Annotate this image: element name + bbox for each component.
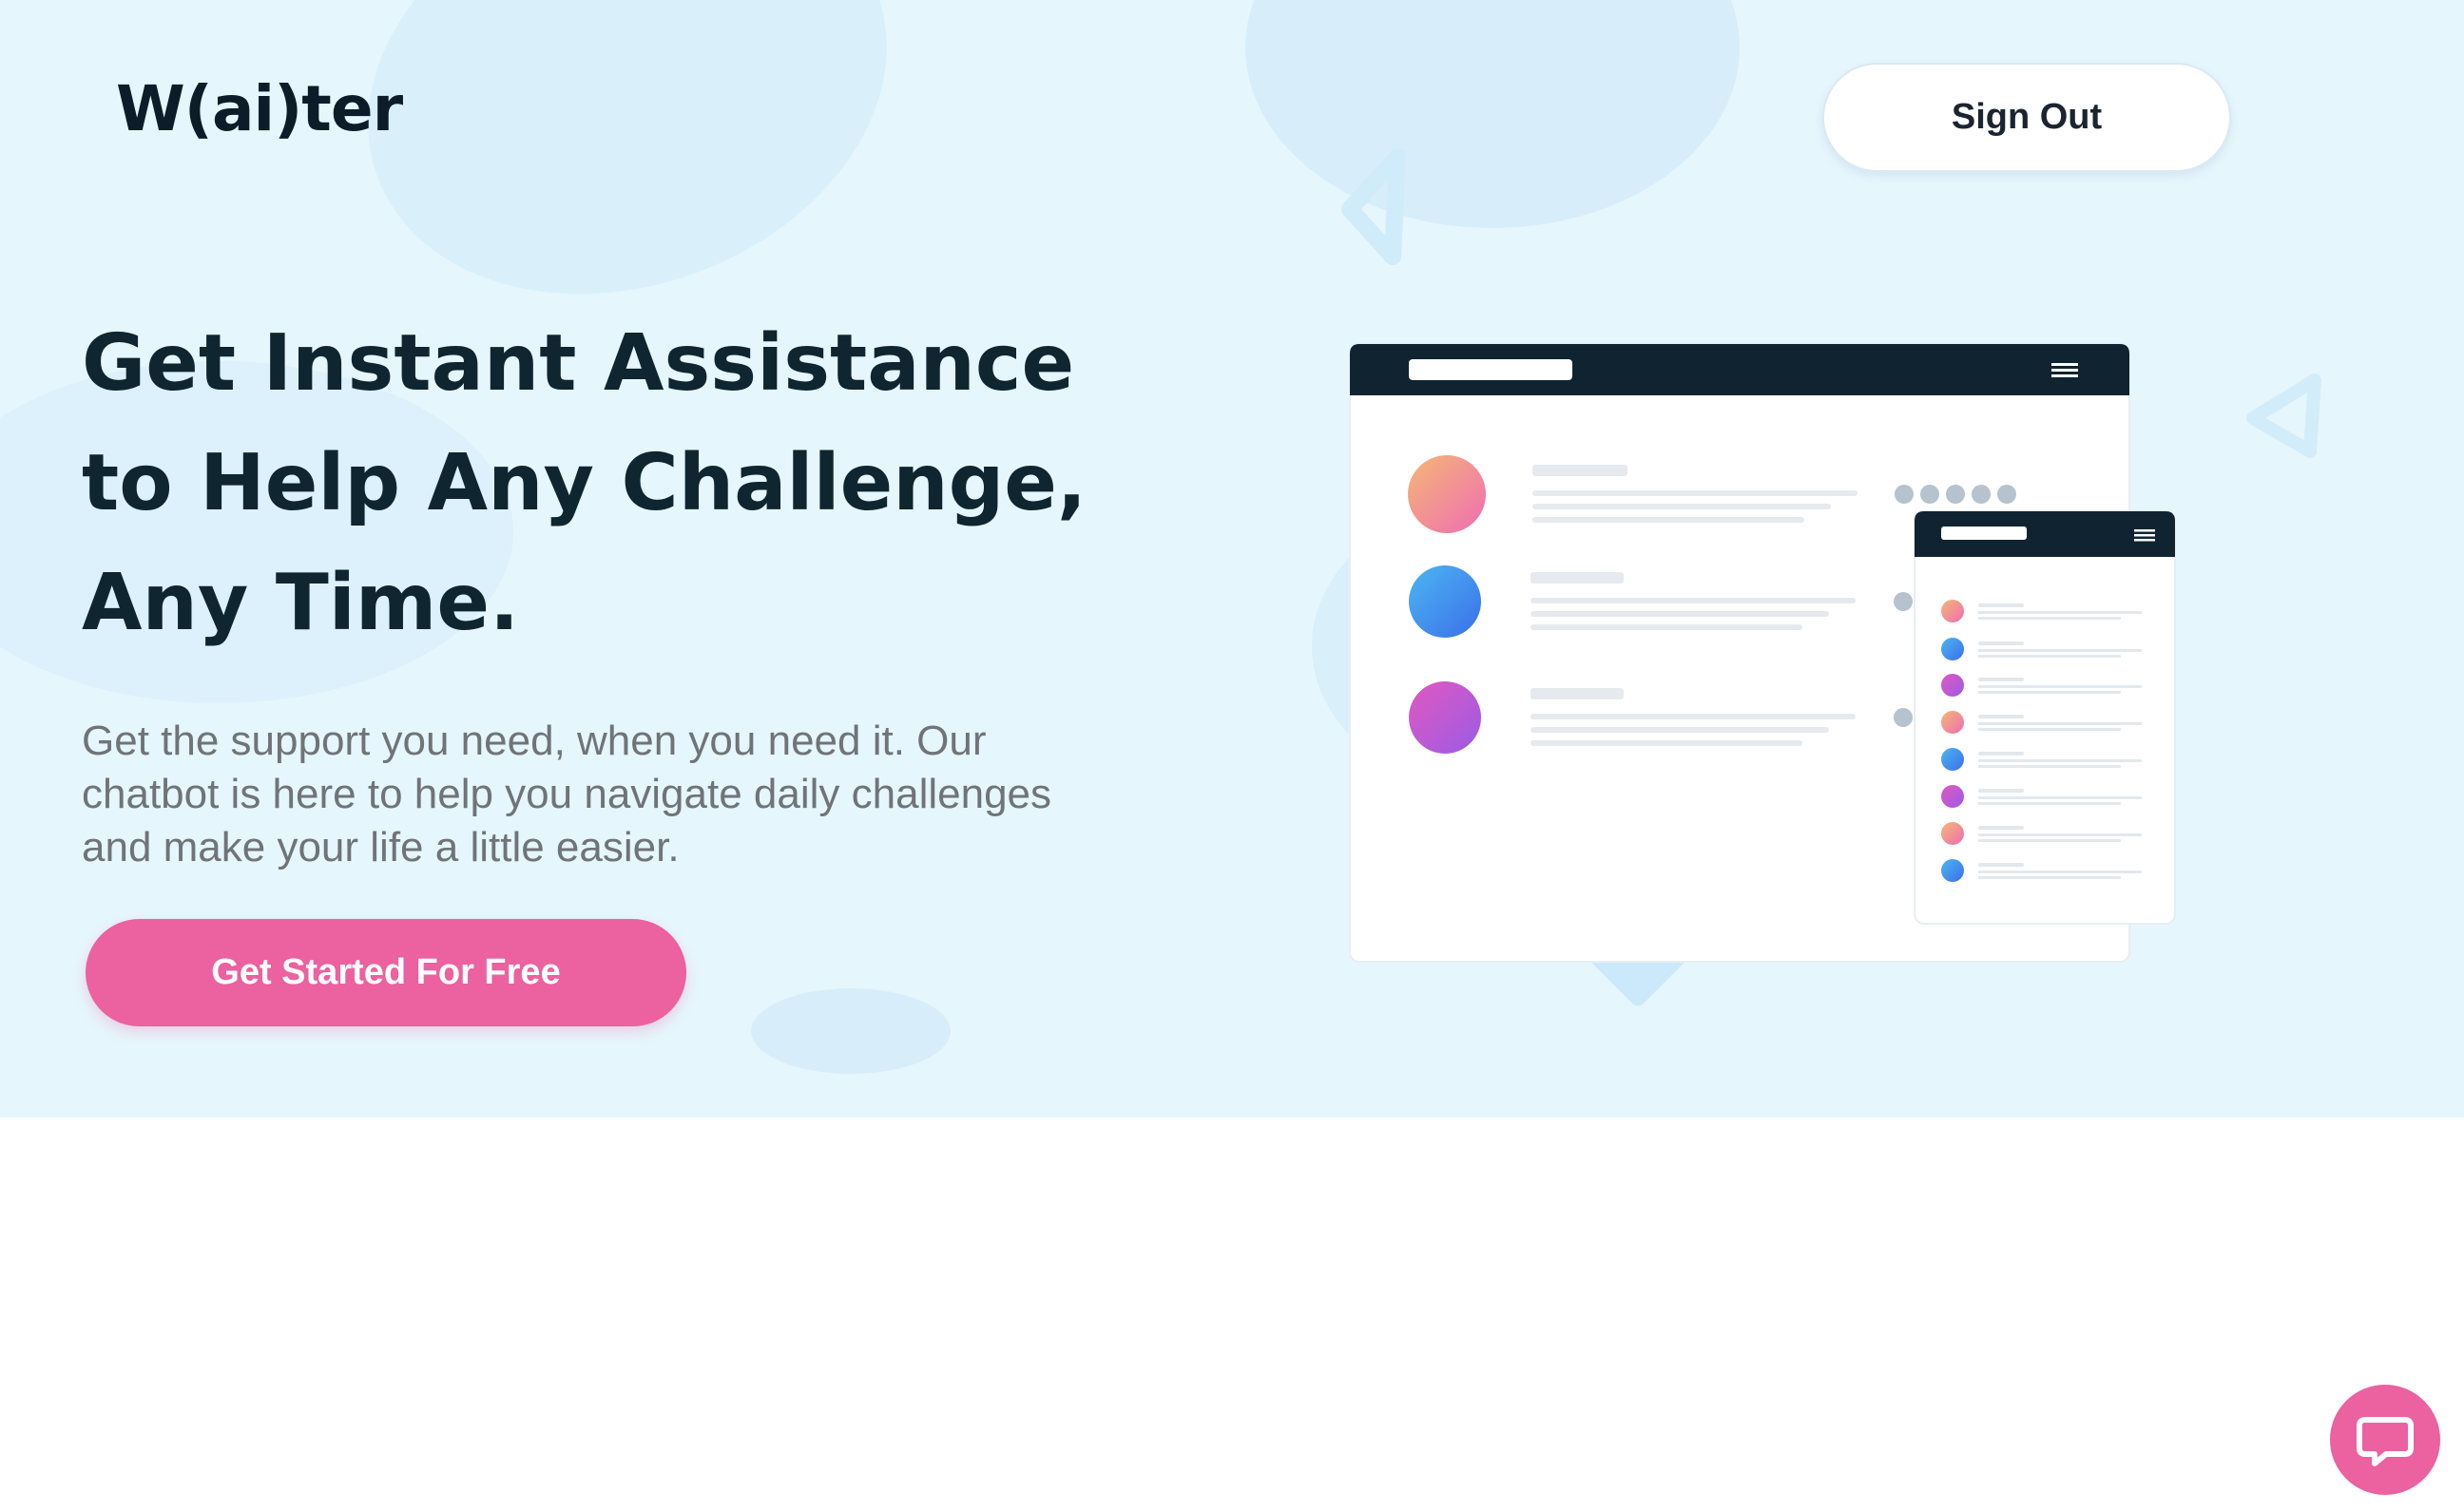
phone-window-mockup — [1914, 510, 2176, 925]
get-started-button[interactable]: Get Started For Free — [86, 919, 686, 1026]
hero-subtext: Get the support you need, when you need … — [82, 718, 1052, 871]
triangle-decoration — [2246, 373, 2321, 458]
background-blob — [751, 988, 951, 1074]
chat-bubble-icon — [2357, 1417, 2414, 1466]
brand-logo[interactable]: W(ai)ter — [116, 72, 403, 145]
chat-app-mockup-illustration — [1341, 148, 2176, 1006]
hero-headline: Get Instant Assistance to Help Any Chall… — [82, 318, 1088, 648]
triangle-decoration — [1341, 148, 1406, 265]
chat-widget-button[interactable] — [2330, 1385, 2440, 1495]
hero-section: W(ai)ter Sign Out Get Instant Assistance… — [0, 0, 2464, 1118]
